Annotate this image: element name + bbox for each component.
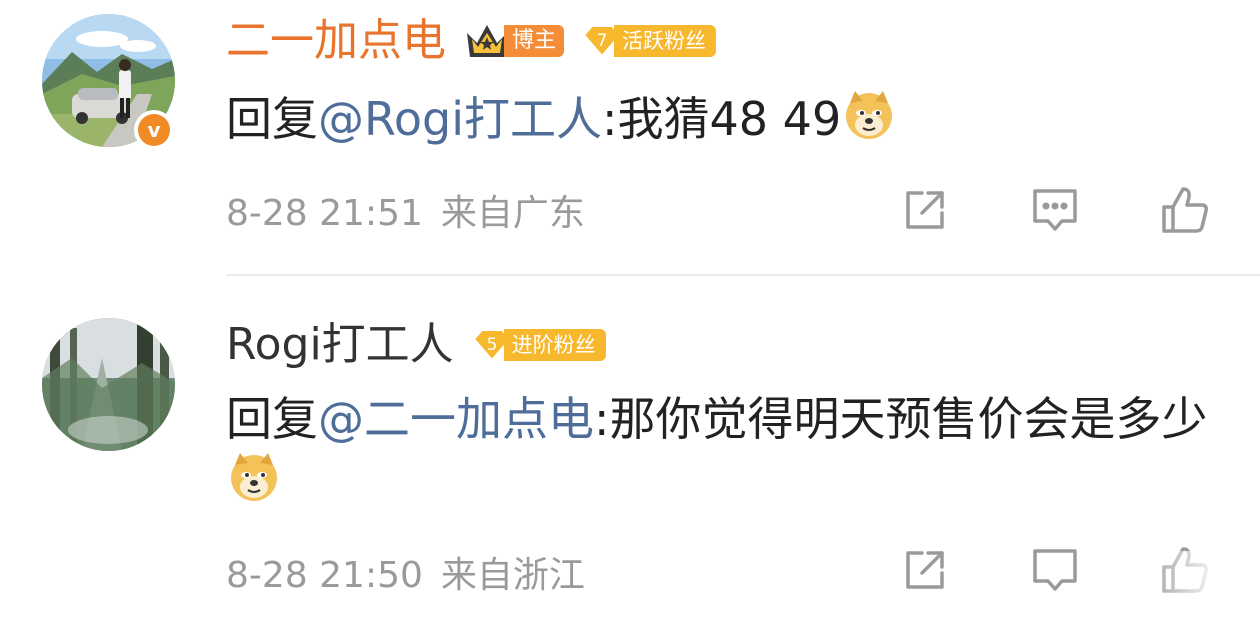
fan-level-number: 7 (597, 31, 608, 51)
share-icon (906, 551, 944, 589)
comment-body: :那你觉得明天预售价会是多少 (594, 392, 1208, 446)
comment-icon (1033, 189, 1077, 231)
timestamp: 8-28 21:50 (226, 555, 423, 596)
host-badge: 博主 (464, 21, 565, 61)
bottom-fade (1140, 551, 1260, 621)
fan-level-number: 5 (486, 335, 497, 355)
comment-icon (1033, 549, 1077, 591)
share-icon (906, 191, 944, 229)
author-name[interactable]: Rogi打工人 (226, 318, 454, 372)
share-button[interactable] (900, 544, 950, 596)
comment-body: :我猜48 49 (602, 92, 842, 146)
author-row: Rogi打工人 5 进阶粉丝 (226, 318, 606, 372)
author-name[interactable]: 二一加点电 (226, 14, 446, 68)
comment-meta: 8-28 21:51 来自广东 (226, 192, 585, 236)
comment-button[interactable] (1030, 544, 1080, 596)
avatar[interactable] (42, 318, 175, 451)
reply-prefix: 回复 (226, 392, 318, 446)
comment-text: 回复@Rogi打工人:我猜48 49 (226, 88, 1216, 150)
like-button[interactable] (1160, 184, 1210, 236)
doge-emoji-icon (846, 91, 893, 139)
like-icon (1162, 187, 1208, 233)
verified-badge-icon: v (134, 110, 174, 150)
comment-item: Rogi打工人 5 进阶粉丝 回复@二一加点电:那你觉得明天预售价会是多少 8-… (0, 276, 1260, 621)
location: 来自广东 (440, 193, 585, 234)
comment-text: 回复@二一加点电:那你觉得明天预售价会是多少 (226, 388, 1216, 512)
fan-label: 活跃粉丝 (614, 25, 717, 57)
comment-item: v 二一加点电 博主 7 活跃粉丝 回复@Rogi打工人:我猜48 49 8-2… (0, 0, 1260, 275)
timestamp: 8-28 21:51 (226, 193, 423, 234)
comment-button[interactable] (1030, 184, 1080, 236)
doge-emoji-icon (231, 453, 277, 501)
mention-link[interactable]: @Rogi打工人 (318, 92, 602, 146)
fan-label: 进阶粉丝 (503, 329, 606, 361)
action-bar (820, 184, 1210, 236)
share-button[interactable] (900, 184, 950, 236)
fan-badge: 7 活跃粉丝 (580, 23, 717, 59)
comment-meta: 8-28 21:50 来自浙江 (226, 554, 585, 598)
author-row: 二一加点电 博主 7 活跃粉丝 (226, 14, 717, 68)
location: 来自浙江 (440, 555, 585, 596)
mention-link[interactable]: @二一加点电 (318, 392, 594, 446)
reply-prefix: 回复 (226, 92, 318, 146)
fan-badge: 5 进阶粉丝 (470, 327, 606, 363)
host-label: 博主 (504, 25, 565, 57)
